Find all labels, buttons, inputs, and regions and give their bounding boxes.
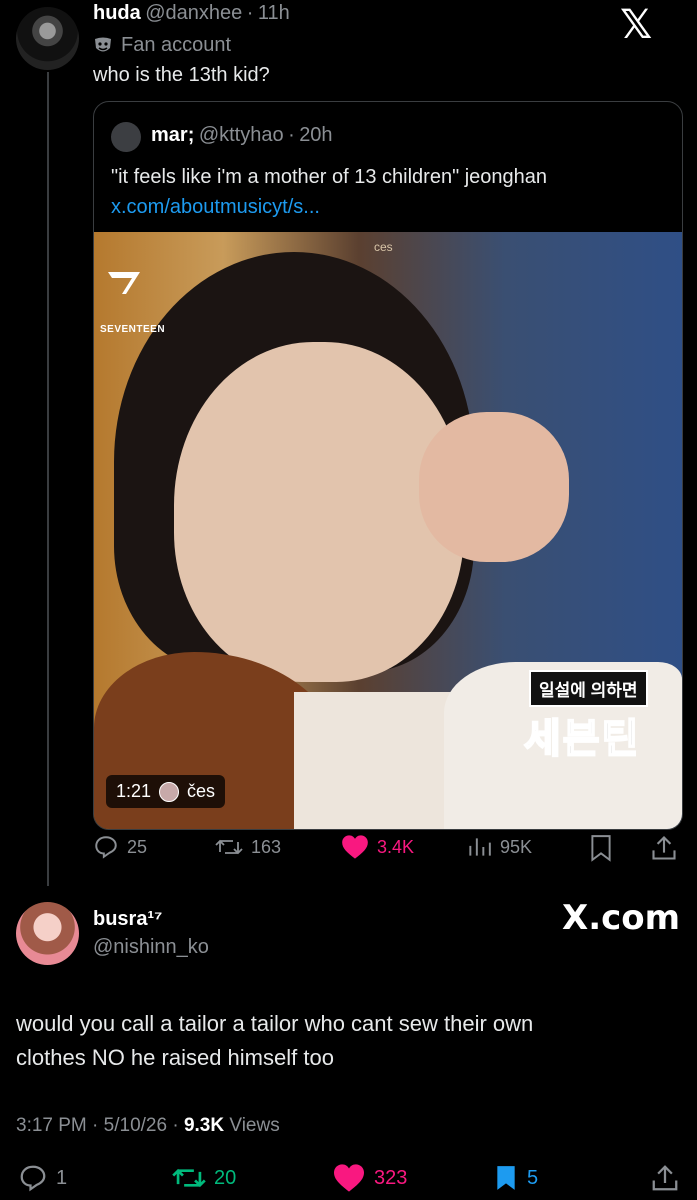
tweet1-time[interactable]: 11h	[258, 2, 290, 24]
tweet2-views-count: 9.3K	[183, 1115, 225, 1136]
tweet1-text: who is the 13th kid?	[93, 64, 270, 86]
video-duration-badge: 1:21 čes	[106, 775, 226, 808]
repost-icon	[215, 839, 243, 855]
tweet2-handle[interactable]: @nishinn_ko	[93, 936, 209, 959]
reply-count: 25	[127, 836, 148, 857]
tweet1-handle[interactable]: @danxhee	[145, 2, 242, 24]
repost-count-2: 20	[214, 1166, 237, 1189]
views-chart-icon	[469, 838, 491, 856]
quote-text: "it feels like i'm a mother of 13 childr…	[111, 166, 548, 188]
repost-action[interactable]: 163	[215, 834, 281, 860]
avatar-huda[interactable]	[16, 7, 79, 70]
like-action-2[interactable]: 323	[332, 1163, 407, 1193]
reply-action-2[interactable]: 1	[18, 1163, 67, 1193]
heart-filled-icon	[342, 835, 368, 859]
quote-link[interactable]: x.com/aboutmusicyt/s...	[111, 196, 320, 219]
bookmark-filled-icon	[497, 1166, 515, 1190]
xcom-brand: X.com	[562, 898, 681, 938]
bookmark-action-2[interactable]: 5	[493, 1163, 538, 1193]
tweet1-header: huda @danxhee · 11h	[93, 2, 290, 24]
caption-small: 일설에 의하면	[529, 670, 648, 707]
views-count: 95K	[500, 836, 533, 857]
tweet2-text-line2: clothes NO he raised himself too	[16, 1045, 334, 1070]
seventeen-logo-text: SEVENTEEN	[100, 324, 166, 335]
tweet2-meta: 3:17 PM · 5/10/26 · 9.3K Views	[16, 1115, 280, 1136]
fan-account-label: Fan account	[93, 34, 231, 57]
tweet2-text: would you call a tailor a tailor who can…	[16, 1007, 533, 1075]
video-uploader: čes	[187, 781, 216, 801]
views-action[interactable]: 95K	[466, 834, 532, 860]
fan-account-text: Fan account	[121, 34, 232, 56]
x-logo-icon: 𝕏	[620, 2, 653, 48]
person-hand	[419, 412, 569, 562]
video-thumbnail[interactable]: ces SEVENTEEN 일설에 의하면 세븐틴 1:21 čes	[94, 232, 682, 829]
watermark-text: ces	[374, 240, 393, 254]
tweet2-time[interactable]: 3:17 PM	[16, 1115, 87, 1136]
bookmark-icon[interactable]	[588, 834, 614, 862]
tweet2-views-label: Views	[229, 1115, 280, 1136]
like-count-2: 323	[374, 1166, 408, 1189]
reply-action[interactable]: 25	[93, 834, 147, 860]
masks-icon	[95, 37, 111, 51]
like-count: 3.4K	[377, 836, 415, 857]
repost-active-icon	[172, 1168, 206, 1188]
uploader-avatar	[159, 781, 180, 802]
thread-line	[47, 72, 49, 886]
reply-icon-2	[20, 1165, 46, 1192]
tweet2-date[interactable]: 5/10/26	[104, 1115, 167, 1136]
repost-count: 163	[251, 836, 282, 857]
tweet2-text-line1: would you call a tailor a tailor who can…	[16, 1011, 534, 1036]
reply-count-2: 1	[56, 1166, 68, 1189]
quote-header: mar; @kttyhao · 20h	[151, 124, 333, 146]
quote-time[interactable]: 20h	[299, 124, 332, 146]
seventeen-logo-icon	[108, 272, 140, 294]
quote-handle[interactable]: @kttyhao	[199, 124, 284, 146]
heart-filled-icon-2	[334, 1164, 364, 1192]
caption-large: 세븐틴	[523, 716, 641, 762]
tweet1-name[interactable]: huda	[93, 2, 141, 24]
avatar-busra[interactable]	[16, 902, 79, 965]
like-action[interactable]: 3.4K	[341, 834, 414, 860]
avatar-mar[interactable]	[111, 122, 141, 152]
quoted-tweet[interactable]: mar; @kttyhao · 20h "it feels like i'm a…	[93, 101, 683, 830]
reply-icon	[95, 836, 117, 859]
quote-name[interactable]: mar;	[151, 124, 194, 146]
tweet2-name[interactable]: busra¹⁷	[93, 908, 162, 931]
share-icon-2[interactable]	[650, 1163, 680, 1193]
bookmark-count-2: 5	[527, 1166, 539, 1189]
repost-action-2[interactable]: 20	[172, 1163, 236, 1193]
share-icon[interactable]	[650, 834, 678, 862]
video-duration: 1:21	[116, 781, 152, 801]
